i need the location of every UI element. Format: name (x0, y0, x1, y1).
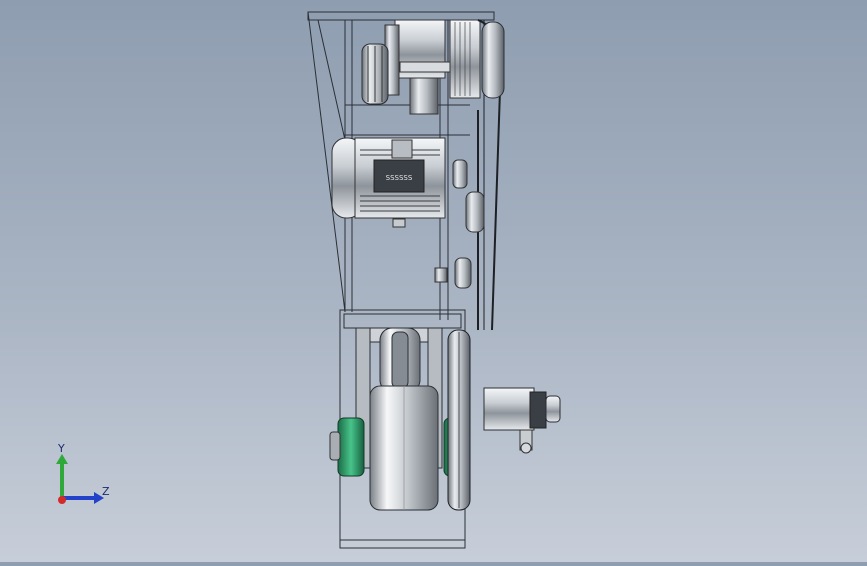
top-drive-pulley[interactable] (481, 21, 505, 99)
drum-sprocket[interactable] (447, 329, 471, 511)
gearbox-unit[interactable] (384, 19, 481, 115)
drum-bearing-left[interactable] (329, 417, 365, 477)
y-axis-head (56, 454, 68, 464)
triad-axes (56, 454, 104, 504)
upper-roller[interactable] (379, 327, 421, 393)
axis-triad: Y Z (40, 440, 130, 520)
motor-nameplate-text: SSSSSS (386, 174, 413, 182)
gearbox-pulley[interactable] (361, 43, 389, 105)
z-axis-label: Z (102, 485, 110, 498)
x-axis-dot (58, 496, 66, 504)
servo-motor[interactable] (483, 387, 561, 454)
main-drum[interactable] (369, 385, 439, 511)
y-axis-label: Y (58, 442, 65, 455)
motor-nameplate: SSSSSS (373, 159, 425, 193)
machine-assembly[interactable]: SSSSSS (0, 0, 867, 562)
cad-viewport[interactable]: SSSSSS Y Z (0, 0, 867, 562)
